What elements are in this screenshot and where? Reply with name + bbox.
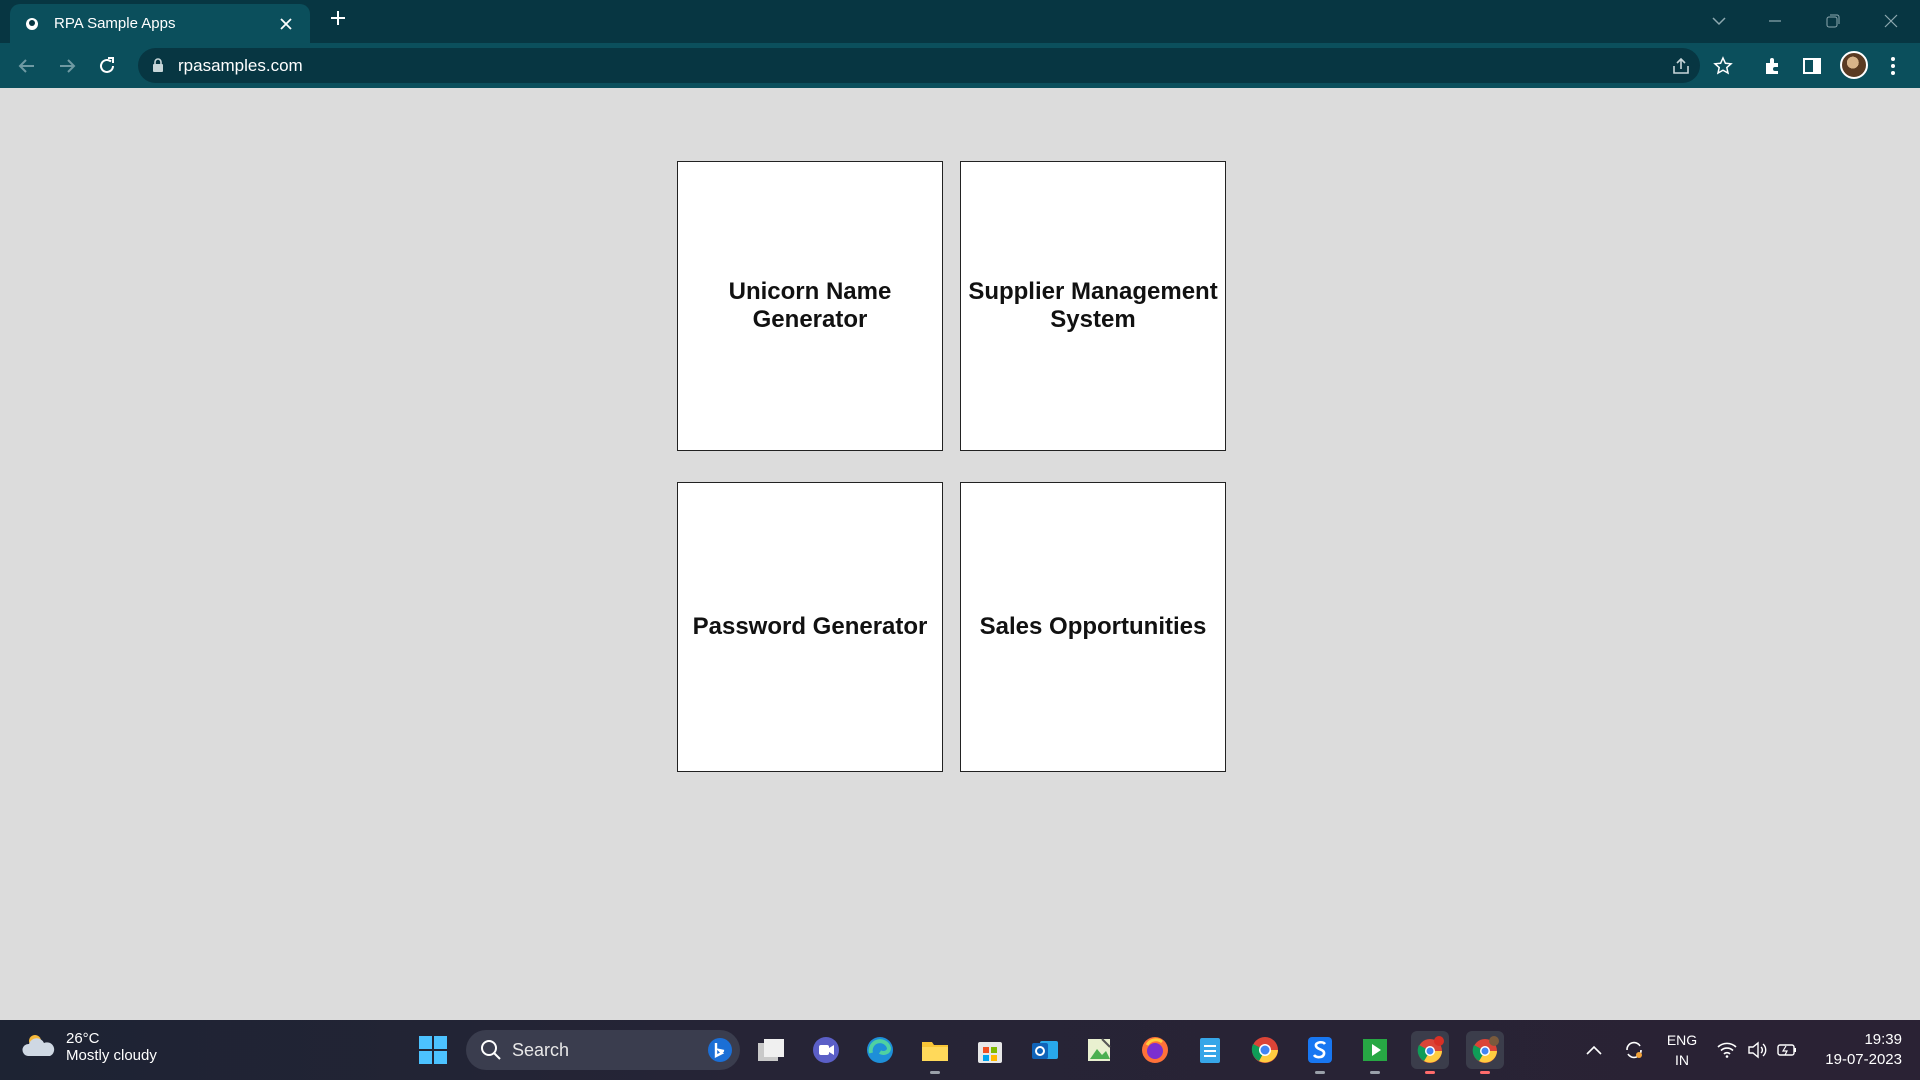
extensions-icon[interactable] (1759, 53, 1785, 79)
card-sales-opportunities[interactable]: Sales Opportunities (960, 482, 1226, 772)
image-app-icon[interactable] (1080, 1031, 1118, 1069)
tab-strip: RPA Sample Apps (0, 0, 1920, 43)
store-icon[interactable] (971, 1031, 1009, 1069)
menu-kebab-icon[interactable] (1880, 53, 1906, 79)
close-tab-icon[interactable] (276, 14, 296, 34)
new-tab-button[interactable] (326, 9, 350, 33)
taskbar-search[interactable]: Search (466, 1030, 740, 1070)
restore-icon[interactable] (1820, 8, 1846, 34)
tab-title: RPA Sample Apps (54, 15, 176, 32)
file-explorer-icon[interactable] (916, 1031, 954, 1074)
volume-icon[interactable] (1744, 1020, 1770, 1080)
battery-icon[interactable] (1774, 1020, 1800, 1080)
address-bar[interactable]: rpasamples.com (138, 48, 1700, 83)
close-window-icon[interactable] (1878, 8, 1904, 34)
chevron-up-icon[interactable] (1582, 1020, 1606, 1080)
firefox-icon[interactable] (1136, 1031, 1174, 1069)
side-panel-icon[interactable] (1799, 53, 1825, 79)
app-s-icon[interactable] (1301, 1031, 1339, 1074)
tab-search-icon[interactable] (1706, 8, 1732, 34)
language-region: IN (1675, 1052, 1689, 1068)
reload-button[interactable] (93, 52, 121, 80)
chrome-profile-r-icon[interactable] (1411, 1031, 1449, 1074)
url-text: rpasamples.com (178, 56, 303, 75)
task-view-icon[interactable] (752, 1031, 790, 1069)
card-unicorn-name-generator[interactable]: Unicorn Name Generator (677, 161, 943, 451)
teams-icon[interactable] (807, 1031, 845, 1069)
chrome-profile-icon[interactable] (1466, 1031, 1504, 1074)
outlook-icon[interactable] (1026, 1031, 1064, 1069)
clock[interactable]: 19:39 19-07-2023 (1810, 1030, 1902, 1070)
browser-tab[interactable]: RPA Sample Apps (10, 4, 310, 43)
card-supplier-management-system[interactable]: Supplier Management System (960, 161, 1226, 451)
clock-time: 19:39 (1864, 1031, 1902, 1048)
card-password-generator[interactable]: Password Generator (677, 482, 943, 772)
start-icon[interactable] (414, 1031, 452, 1069)
media-icon[interactable] (1356, 1031, 1394, 1074)
sync-icon[interactable] (1620, 1020, 1648, 1080)
cloud-icon (22, 1032, 56, 1063)
taskbar: 26°C Mostly cloudy Search ENG IN 19:39 1… (0, 1020, 1920, 1080)
language-indicator[interactable]: ENG IN (1660, 1030, 1704, 1070)
browser-toolbar: rpasamples.com (0, 43, 1920, 88)
profile-avatar[interactable] (1840, 51, 1868, 79)
bookmark-star-icon[interactable] (1710, 53, 1736, 79)
forward-button[interactable] (53, 52, 81, 80)
lock-icon[interactable] (152, 58, 164, 77)
chrome-icon[interactable] (1246, 1031, 1284, 1069)
bing-icon[interactable] (706, 1036, 734, 1069)
weather-temp: 26°C (66, 1030, 100, 1047)
clock-date: 19-07-2023 (1825, 1051, 1902, 1068)
search-icon (480, 1039, 502, 1066)
search-label: Search (512, 1039, 570, 1060)
weather-desc: Mostly cloudy (66, 1047, 157, 1064)
notepad-icon[interactable] (1191, 1031, 1229, 1069)
favicon-icon (24, 16, 40, 32)
wifi-icon[interactable] (1714, 1020, 1740, 1080)
minimize-icon[interactable] (1762, 8, 1788, 34)
back-button[interactable] (13, 52, 41, 80)
share-icon[interactable] (1670, 55, 1692, 77)
edge-icon[interactable] (861, 1031, 899, 1069)
language-code: ENG (1666, 1032, 1698, 1048)
weather-widget[interactable]: 26°C Mostly cloudy (22, 1030, 157, 1064)
